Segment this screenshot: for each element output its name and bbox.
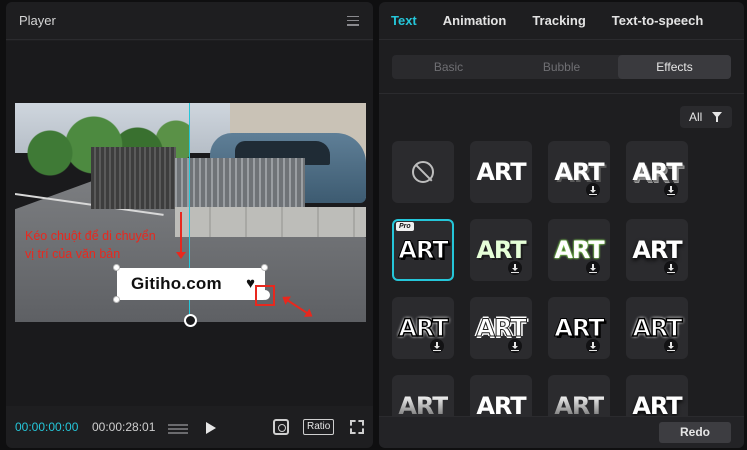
- tab-tracking[interactable]: Tracking: [532, 13, 585, 28]
- no-effect-icon: [412, 161, 434, 183]
- download-icon[interactable]: [586, 261, 600, 275]
- download-icon[interactable]: [586, 339, 600, 353]
- effect-tile[interactable]: ART: [470, 141, 532, 203]
- effect-tile-label: ART: [632, 392, 682, 420]
- resize-handle-bottom-right-highlight[interactable]: [255, 285, 275, 306]
- effect-tile[interactable]: ART: [548, 141, 610, 203]
- divider: [379, 93, 744, 94]
- effect-tile[interactable]: ART: [392, 297, 454, 359]
- player-panel: Player Kéo chuột để di chuyển vị trí của…: [6, 2, 373, 448]
- text-properties-panel: Text Animation Tracking Text-to-speech B…: [379, 2, 744, 448]
- effect-tile-label: ART: [554, 236, 604, 264]
- player-title: Player: [19, 13, 56, 28]
- annotation-hint: Kéo chuột để di chuyển vị trí của văn bả…: [25, 227, 175, 263]
- annotation-arrow-down: [176, 212, 186, 259]
- time-total: 00:00:28:01: [92, 420, 156, 434]
- player-header: Player: [6, 2, 373, 40]
- download-icon[interactable]: [664, 261, 678, 275]
- subtab-bubble[interactable]: Bubble: [505, 55, 618, 79]
- timeline-grid-icon[interactable]: [168, 422, 188, 434]
- video-fence-dark: [91, 147, 176, 209]
- video-fence-metal: [175, 158, 305, 210]
- effect-tile[interactable]: ART: [626, 297, 688, 359]
- heart-icon: ♥: [246, 275, 255, 292]
- subtab-effects[interactable]: Effects: [618, 55, 731, 79]
- download-icon[interactable]: [586, 183, 600, 197]
- tab-animation[interactable]: Animation: [443, 13, 507, 28]
- download-icon[interactable]: [664, 339, 678, 353]
- download-icon[interactable]: [430, 339, 444, 353]
- tab-text-to-speech[interactable]: Text-to-speech: [612, 13, 704, 28]
- annotation-hint-line1: Kéo chuột để di chuyển: [25, 229, 156, 243]
- effect-tile-label: ART: [398, 392, 448, 420]
- effect-tile[interactable]: ART: [626, 219, 688, 281]
- effect-tile[interactable]: ART: [626, 141, 688, 203]
- fullscreen-icon[interactable]: [350, 420, 364, 434]
- subtab-basic[interactable]: Basic: [392, 55, 505, 79]
- effect-tile[interactable]: ART: [470, 297, 532, 359]
- player-viewport: Kéo chuột để di chuyển vị trí của văn bả…: [6, 41, 373, 406]
- effect-tile-label: ART: [398, 314, 450, 342]
- rotate-icon[interactable]: [184, 314, 197, 327]
- resize-handle-top-left[interactable]: [113, 264, 120, 271]
- effect-tile-label: ART: [476, 314, 527, 342]
- panel-footer: Redo: [379, 416, 744, 448]
- filter-button[interactable]: All: [680, 106, 732, 128]
- effect-tile-label: ART: [632, 314, 684, 342]
- focus-icon[interactable]: [273, 419, 289, 435]
- effect-tile-label: ART: [554, 158, 604, 186]
- effect-tile-label: ART: [476, 236, 526, 264]
- playback-controls: 00:00:00:00 00:00:28:01 Ratio: [6, 406, 373, 448]
- subtab-switcher: Basic Bubble Effects: [392, 55, 731, 79]
- resize-handle-bottom-left[interactable]: [113, 296, 120, 303]
- effect-tile[interactable]: ART: [548, 297, 610, 359]
- tab-text[interactable]: Text: [391, 13, 417, 28]
- text-overlay-label: Gitiho.com: [131, 274, 222, 293]
- menu-icon[interactable]: [347, 15, 359, 26]
- download-icon[interactable]: [508, 339, 522, 353]
- filter-label: All: [689, 110, 703, 124]
- download-icon[interactable]: [664, 183, 678, 197]
- filter-icon: [712, 112, 724, 122]
- pro-badge: Pro: [396, 222, 414, 231]
- effect-tile-label: ART: [476, 158, 526, 186]
- download-icon[interactable]: [508, 261, 522, 275]
- play-icon[interactable]: [206, 422, 216, 434]
- effects-grid: ART ART ART ART Pro ART ART ART ART ART ART ART ART A…: [392, 141, 732, 437]
- text-overlay-box[interactable]: Gitiho.com ♥: [117, 268, 265, 300]
- effect-tile-none[interactable]: [392, 141, 454, 203]
- effect-tile-label: ART: [632, 236, 682, 264]
- resize-handle-top-right[interactable]: [261, 264, 268, 271]
- effect-tile[interactable]: ART: [470, 219, 532, 281]
- redo-button[interactable]: Redo: [659, 422, 731, 443]
- effect-tile-label: ART: [632, 158, 682, 186]
- video-wall: [175, 207, 366, 237]
- annotation-hint-line2: vị trí của văn bản: [25, 247, 121, 261]
- panel-tabs: Text Animation Tracking Text-to-speech: [379, 2, 744, 40]
- ratio-button[interactable]: Ratio: [303, 419, 335, 435]
- effect-tile-label: ART: [398, 236, 449, 264]
- effect-tile-label: ART: [476, 392, 526, 420]
- time-current: 00:00:00:00: [15, 420, 79, 434]
- effect-tile[interactable]: ART: [548, 219, 610, 281]
- effect-tile-label: ART: [554, 314, 605, 342]
- effect-tile-label: ART: [554, 392, 604, 420]
- effect-tile[interactable]: ART Pro: [392, 219, 454, 281]
